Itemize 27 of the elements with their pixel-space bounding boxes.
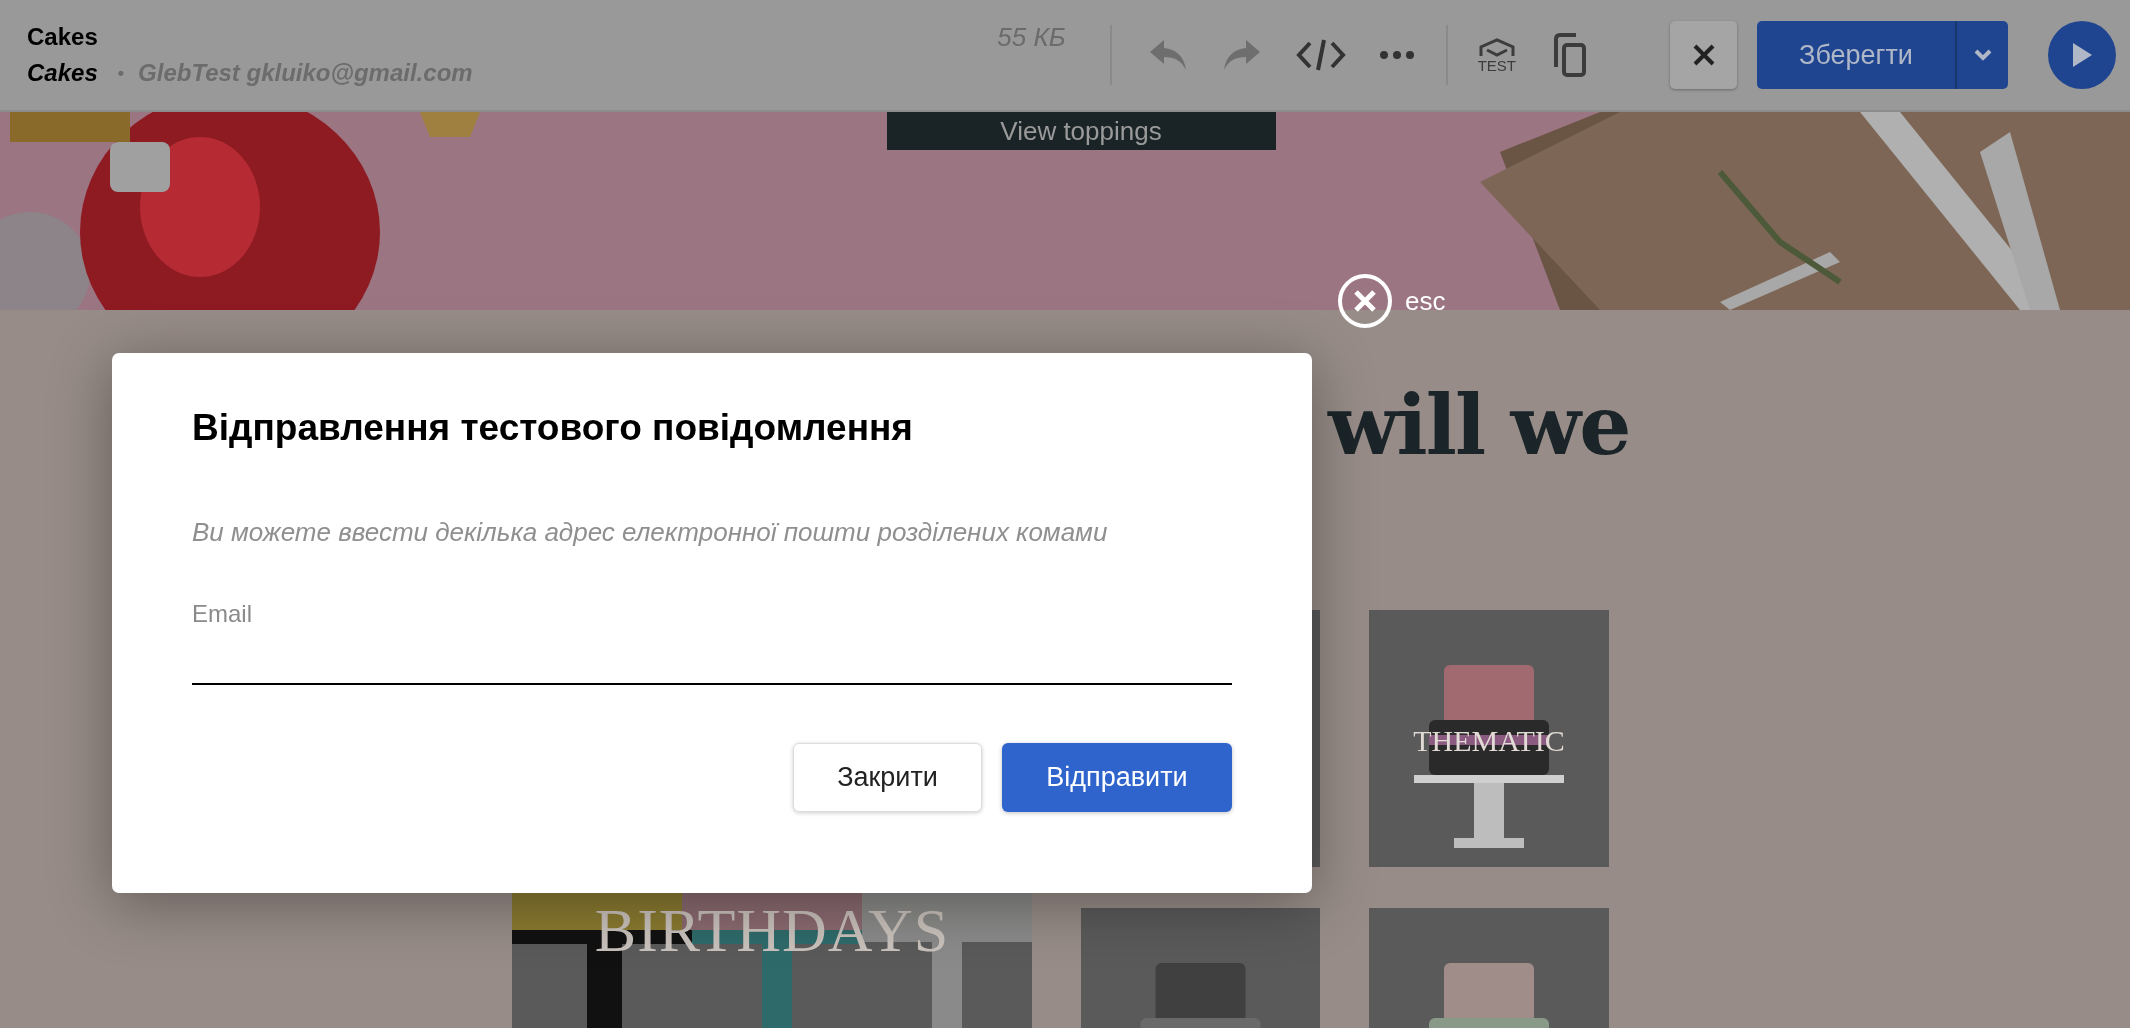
more-icon	[1379, 51, 1414, 59]
close-button[interactable]	[1670, 21, 1737, 89]
template-name: Cakes	[27, 59, 98, 87]
email-field[interactable]: Email	[192, 600, 1232, 685]
copy-button[interactable]	[1554, 33, 1586, 77]
code-button[interactable]	[1295, 38, 1346, 72]
chevron-down-icon	[1973, 49, 1992, 61]
toppings-button[interactable]: View toppings	[886, 112, 1276, 150]
send-button[interactable]: Відправити	[1002, 743, 1232, 812]
separator-dot: •	[117, 62, 125, 84]
copy-icon	[1554, 33, 1586, 77]
dialog-title: Відправлення тестового повідомлення	[192, 407, 914, 449]
code-icon	[1295, 38, 1346, 72]
more-button[interactable]	[1379, 51, 1414, 59]
send-test-button[interactable]: TEST	[1477, 37, 1516, 73]
close-dialog-button[interactable]: Закрити	[793, 743, 982, 812]
play-icon	[2071, 42, 2093, 68]
hint-text: Ви можете ввести декілька адрес електронної пошти розділених комами	[192, 517, 1109, 548]
close-icon	[1692, 44, 1715, 66]
close-overlay-button[interactable]: esc	[1337, 273, 1446, 329]
document-title: Cakes	[27, 23, 99, 51]
save-options-button[interactable]	[1955, 21, 2008, 89]
close-circle-icon	[1337, 273, 1393, 329]
section-heading: will we	[1328, 380, 1631, 470]
envelope-icon	[1477, 37, 1516, 58]
save-button[interactable]: Зберегти	[1757, 21, 1955, 89]
redo-icon	[1221, 38, 1262, 72]
